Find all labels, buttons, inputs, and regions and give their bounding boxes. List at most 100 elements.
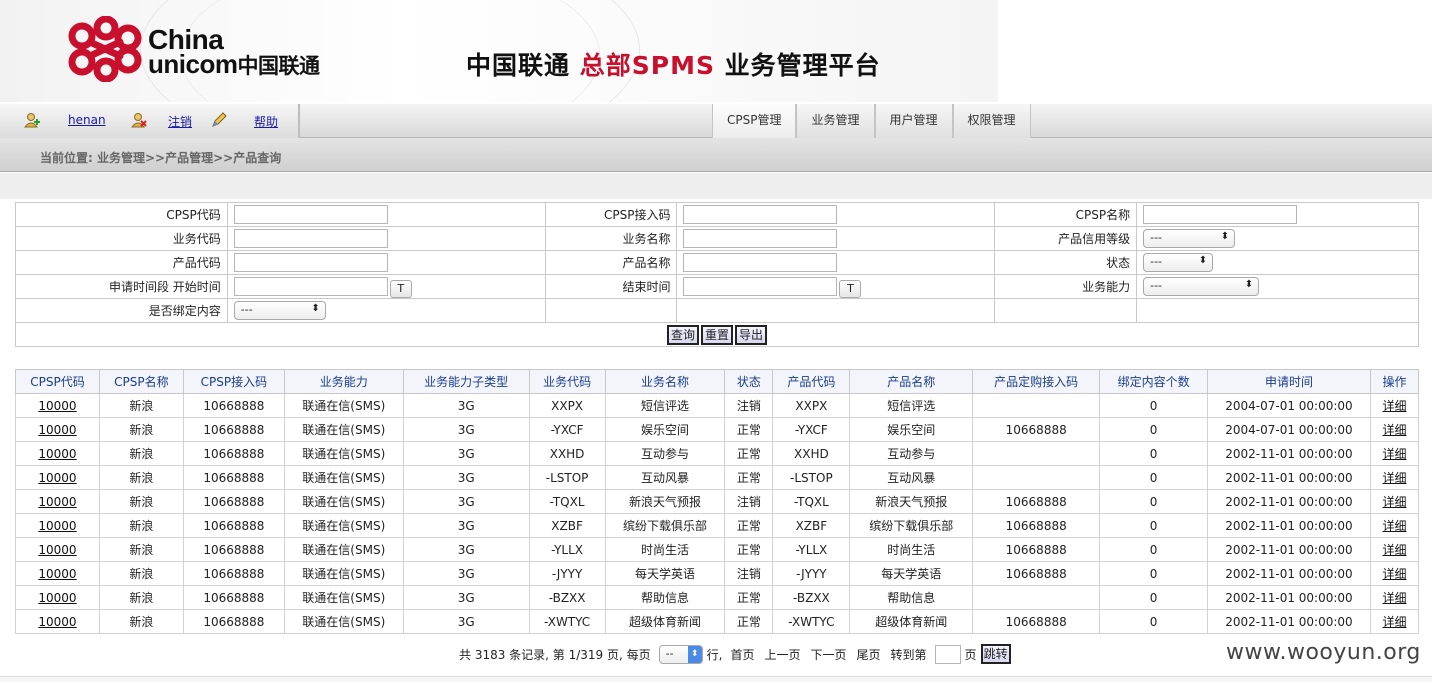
cell-cpsp-name: 新浪: [98, 561, 184, 586]
column-header-apply-time: 申请时间: [1207, 369, 1371, 394]
cpsp-access-input[interactable]: [683, 205, 838, 224]
cell-action: 详细: [1369, 417, 1420, 442]
query-button[interactable]: 查询: [666, 324, 699, 345]
product-code-input[interactable]: [233, 253, 388, 272]
detail-link[interactable]: 详细: [1382, 591, 1406, 605]
cell-cpsp-access: 10668888: [182, 513, 285, 538]
next-page-link[interactable]: 下一页: [811, 646, 847, 663]
cpsp-name-input[interactable]: [1143, 205, 1298, 224]
table-row: 10000 新浪 10668888 联通在信(SMS) 3G -TQXL 新浪天气预报 注销 -…: [15, 489, 1420, 514]
user-remove-icon: [131, 113, 147, 128]
cpsp-code-link[interactable]: 10000: [38, 399, 76, 413]
service-name-input[interactable]: [683, 229, 838, 248]
cell-service-name: 超级体育新闻: [604, 609, 726, 634]
detail-link[interactable]: 详细: [1382, 567, 1406, 581]
cell-capability: 联通在信(SMS): [283, 513, 404, 538]
column-header-cpsp-access: CPSP接入码: [182, 369, 285, 394]
cell-status: 正常: [724, 417, 774, 442]
status-select[interactable]: --- ⬍: [1143, 253, 1214, 272]
cpsp-code-link[interactable]: 10000: [38, 471, 76, 485]
detail-link[interactable]: 详细: [1382, 399, 1406, 413]
end-time-input[interactable]: [683, 277, 838, 296]
tab-cpsp-management[interactable]: CPSP管理: [712, 104, 797, 138]
table-row: 10000 新浪 10668888 联通在信(SMS) 3G XZBF 缤纷下载俱乐部 正常 X…: [15, 513, 1420, 538]
empty-cell: [676, 298, 996, 323]
detail-link[interactable]: 详细: [1382, 423, 1406, 437]
goto-page-input[interactable]: [934, 644, 961, 664]
table-row: 10000 新浪 10668888 联通在信(SMS) 3G -JYYY 每天学英语 注销 -J…: [15, 561, 1420, 586]
last-page-link[interactable]: 尾页: [857, 646, 881, 663]
jump-button[interactable]: 跳转: [980, 644, 1011, 664]
logout-link[interactable]: 注销: [168, 113, 192, 130]
product-name-label: 产品名称: [544, 250, 678, 275]
cell-product-name: 帮助信息: [849, 585, 974, 610]
cell-order-access: 10668888: [972, 609, 1101, 634]
logo-text-unicom-cn: 中国联通: [237, 55, 320, 78]
per-page-select[interactable]: -- ⬍: [658, 644, 703, 664]
apply-start-label: 申请时间段 开始时间: [15, 274, 228, 299]
cpsp-code-link[interactable]: 10000: [38, 447, 76, 461]
cell-capability: 联通在信(SMS): [283, 561, 404, 586]
cpsp-code-link[interactable]: 10000: [38, 543, 76, 557]
cell-service-name: 时尚生活: [604, 537, 726, 562]
cell-service-name: 短信评选: [604, 393, 726, 418]
prev-page-link[interactable]: 上一页: [764, 646, 800, 663]
cell-status: 注销: [724, 393, 774, 418]
capability-select[interactable]: --- ⬍: [1143, 277, 1260, 296]
tab-service-management[interactable]: 业务管理: [796, 104, 875, 138]
cpsp-code-input[interactable]: [233, 205, 388, 224]
user-link[interactable]: henan: [68, 113, 106, 127]
cell-order-access: 10668888: [972, 513, 1101, 538]
export-button[interactable]: 导出: [735, 324, 768, 345]
cpsp-code-link[interactable]: 10000: [38, 519, 76, 533]
cell-product-code: XZBF: [772, 513, 851, 538]
select-arrow-icon: ⬍: [311, 303, 320, 314]
cell-service-code: -XWTYC: [528, 609, 606, 634]
detail-link[interactable]: 详细: [1382, 519, 1406, 533]
first-page-link[interactable]: 首页: [730, 646, 754, 663]
cpsp-code-link[interactable]: 10000: [38, 615, 76, 629]
reset-button[interactable]: 重置: [700, 324, 733, 345]
apply-start-calendar-button[interactable]: T: [389, 279, 412, 298]
cell-capability: 联通在信(SMS): [283, 441, 404, 466]
cell-product-name: 超级体育新闻: [849, 609, 974, 634]
cell-service-name: 帮助信息: [604, 585, 726, 610]
tab-permission-management[interactable]: 权限管理: [952, 104, 1031, 138]
cell-product-code: -BZXX: [772, 585, 851, 610]
cpsp-code-link[interactable]: 10000: [38, 591, 76, 605]
cell-bind-count: 0: [1099, 441, 1209, 466]
cell-cpsp-name: 新浪: [98, 585, 184, 610]
service-code-input[interactable]: [233, 229, 388, 248]
tab-user-management[interactable]: 用户管理: [874, 104, 953, 138]
detail-link[interactable]: 详细: [1382, 471, 1406, 485]
cell-product-code: -LSTOP: [772, 465, 851, 490]
help-link[interactable]: 帮助: [254, 113, 278, 130]
cell-bind-count: 0: [1099, 561, 1209, 586]
service-name-label: 业务名称: [544, 226, 678, 251]
cell-bind-count: 0: [1099, 609, 1209, 634]
product-name-input[interactable]: [683, 253, 838, 272]
cpsp-code-link[interactable]: 10000: [38, 423, 76, 437]
cpsp-code-link[interactable]: 10000: [38, 567, 76, 581]
detail-link[interactable]: 详细: [1382, 495, 1406, 509]
detail-link[interactable]: 详细: [1382, 447, 1406, 461]
select-arrow-icon: ⬍: [687, 645, 702, 663]
cell-product-code: -JYYY: [772, 561, 851, 586]
detail-link[interactable]: 详细: [1382, 543, 1406, 557]
cell-action: 详细: [1369, 609, 1420, 634]
apply-start-input[interactable]: [233, 277, 388, 296]
column-header-capability: 业务能力: [283, 369, 404, 394]
bind-content-select[interactable]: --- ⬍: [233, 301, 326, 320]
credit-level-select[interactable]: --- ⬍: [1143, 229, 1236, 248]
cell-cpsp-code: 10000: [15, 489, 100, 514]
cell-order-access: [972, 465, 1101, 490]
cell-action: 详细: [1369, 537, 1420, 562]
cell-service-code: XXPX: [528, 393, 606, 418]
detail-link[interactable]: 详细: [1382, 615, 1406, 629]
cpsp-code-link[interactable]: 10000: [38, 495, 76, 509]
cell-cpsp-access: 10668888: [182, 417, 285, 442]
cell-product-name: 短信评选: [849, 393, 974, 418]
column-header-order-access: 产品定购接入码: [972, 369, 1101, 394]
cell-service-code: -TQXL: [528, 489, 606, 514]
end-time-calendar-button[interactable]: T: [839, 279, 862, 298]
